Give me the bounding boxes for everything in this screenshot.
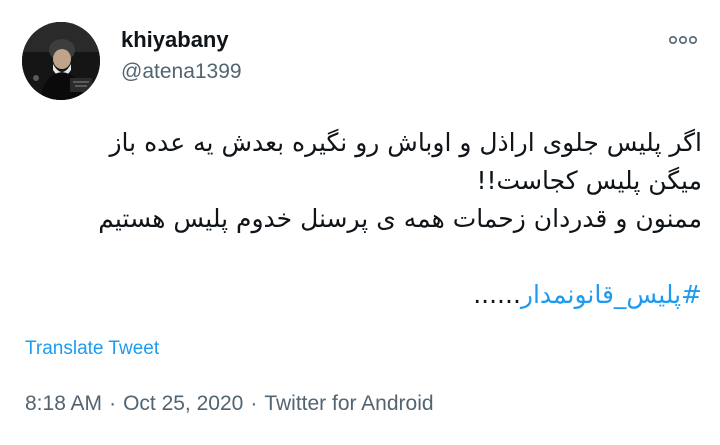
- tweet-meta: 8:18 AM · Oct 25, 2020 · Twitter for Android: [25, 392, 434, 416]
- user-handle[interactable]: @atena1399: [121, 60, 242, 84]
- tweet-date[interactable]: Oct 25, 2020: [123, 392, 243, 415]
- tweet-card: khiyabany @atena1399 اگر پلیس جلوی اراذل…: [0, 0, 720, 445]
- avatar[interactable]: [22, 22, 100, 100]
- display-name[interactable]: khiyabany: [121, 27, 229, 53]
- tweet-source[interactable]: Twitter for Android: [264, 392, 433, 415]
- tweet-text-line: اگر پلیس جلوی اراذل و اوباش رو نگیره بعد…: [109, 128, 702, 157]
- profile-photo-icon: [22, 22, 100, 100]
- tweet-text-line: ممنون و قدردان زحمات همه ی پرسنل خدوم پل…: [98, 204, 702, 233]
- tweet-text: اگر پلیس جلوی اراذل و اوباش رو نگیره بعد…: [20, 124, 702, 314]
- translate-tweet-link[interactable]: Translate Tweet: [25, 338, 159, 360]
- meta-separator: ·: [250, 392, 258, 415]
- hashtag-line: #پلیس_قانونمدار......: [20, 276, 702, 314]
- more-options-icon: [668, 35, 697, 45]
- meta-separator: ·: [109, 392, 117, 415]
- more-options-button[interactable]: [666, 28, 700, 52]
- hashtag-suffix: ......: [473, 280, 521, 309]
- hashtag-link[interactable]: #پلیس_قانونمدار: [521, 280, 702, 309]
- tweet-text-line: میگن پلیس کجاست!!: [476, 166, 702, 195]
- tweet-time[interactable]: 8:18 AM: [25, 392, 102, 415]
